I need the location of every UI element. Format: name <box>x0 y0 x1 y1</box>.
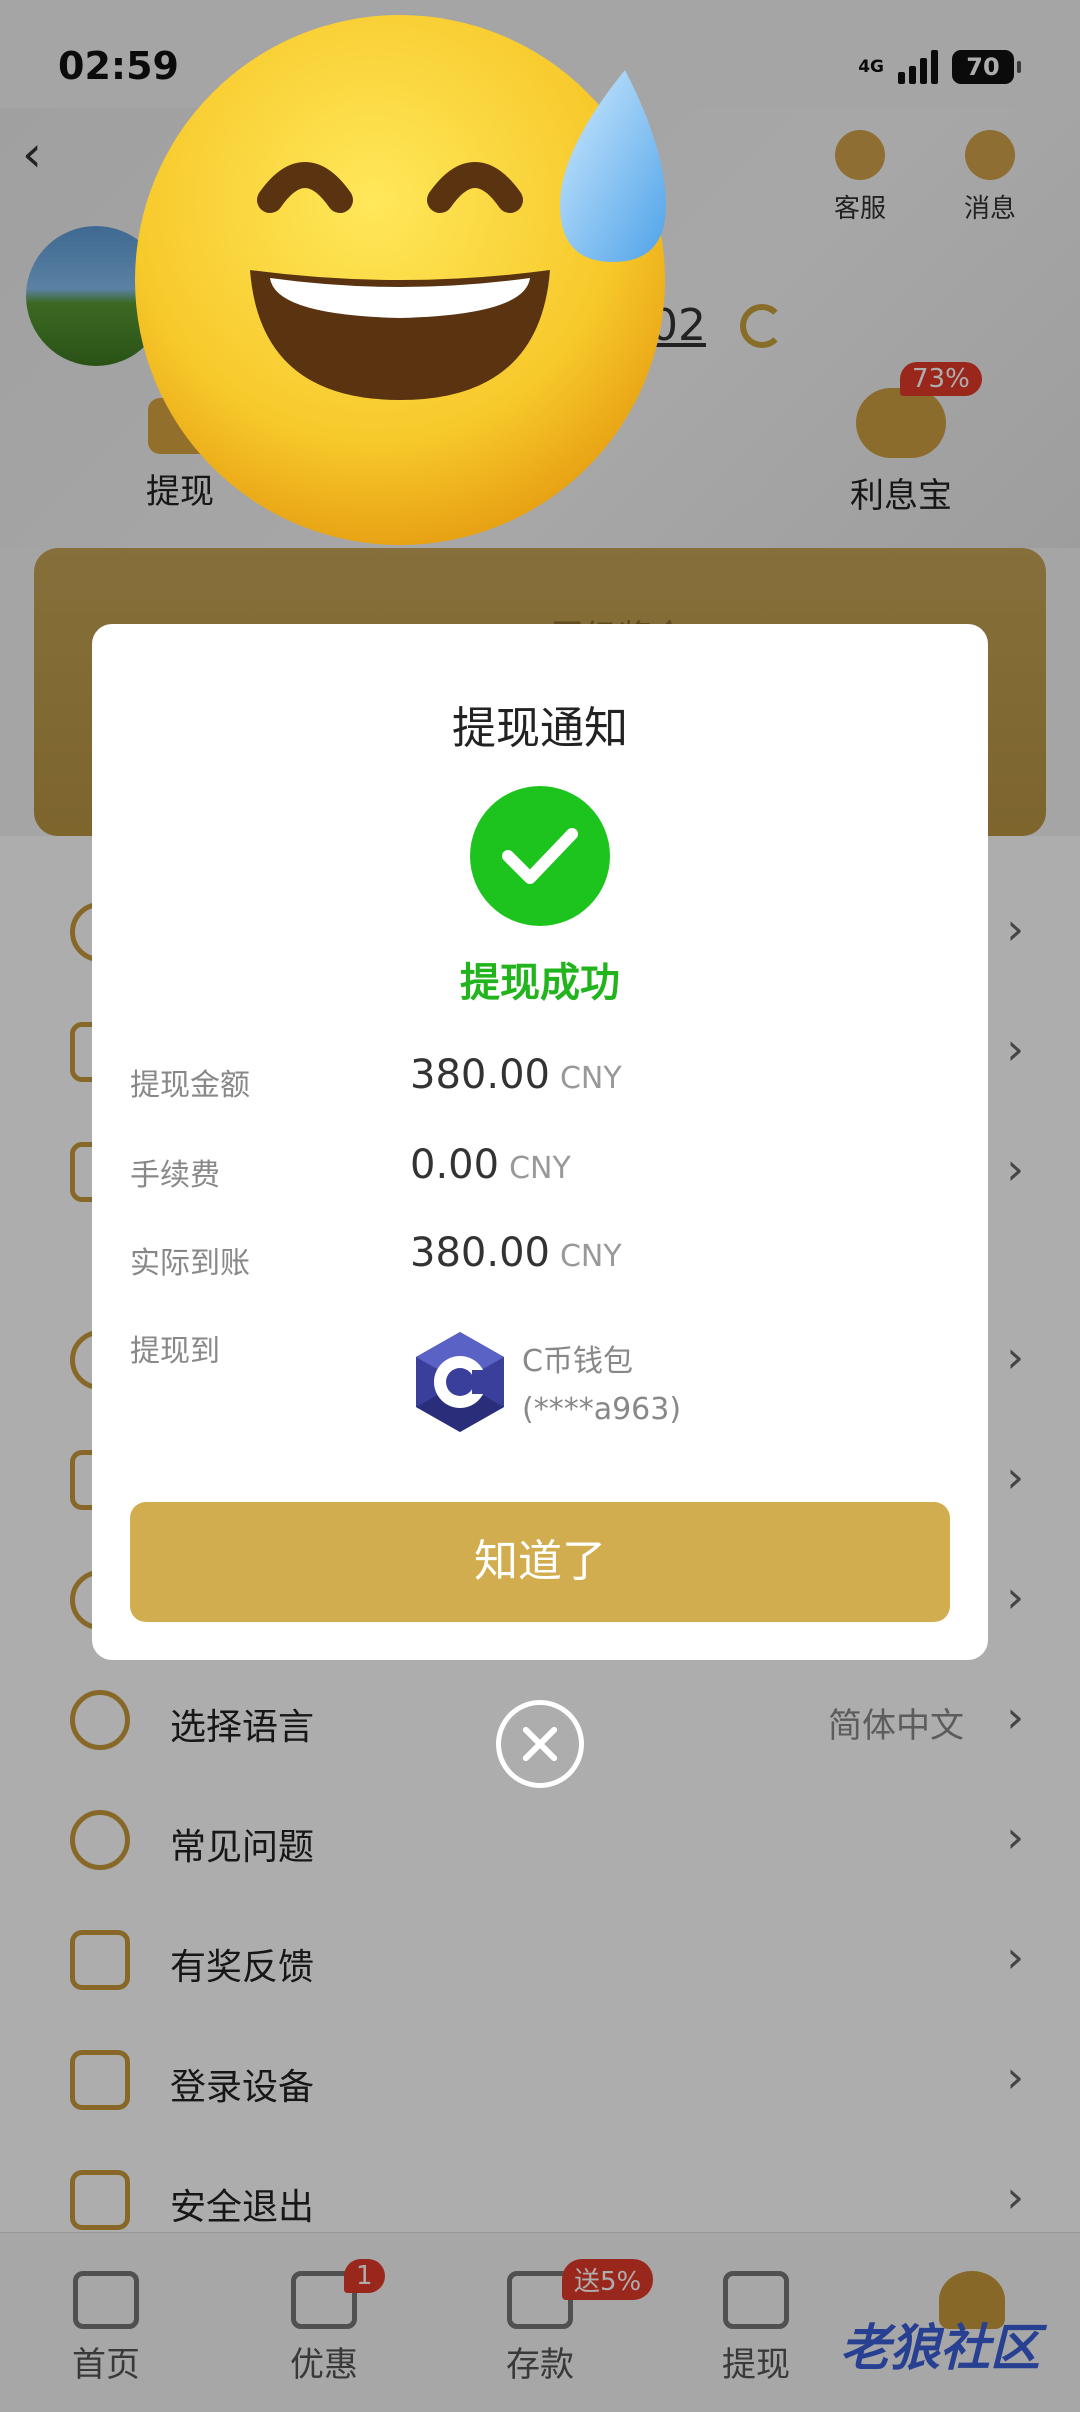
amount-label: 提现金额 <box>130 1068 250 1103</box>
fee-value-group: 0.00 CNY <box>410 1142 571 1188</box>
amount-unit: CNY <box>559 1061 622 1096</box>
amount-value: 380.00 <box>410 1052 550 1098</box>
wallet-name: C币钱包 <box>522 1344 633 1379</box>
close-icon[interactable] <box>496 1700 584 1788</box>
received-value-group: 380.00 CNY <box>410 1230 622 1276</box>
fee-label: 手续费 <box>130 1158 220 1193</box>
confirm-button[interactable]: 知道了 <box>130 1502 950 1622</box>
received-value: 380.00 <box>410 1230 550 1276</box>
dialog-title: 提现通知 <box>452 703 628 754</box>
withdraw-notice-dialog: 提现通知 提现成功 提现金额 380.00 CNY 手续费 0.00 CNY 实际到… <box>92 624 988 1660</box>
check-icon <box>502 828 578 884</box>
success-icon <box>470 786 610 926</box>
sweat-smile-emoji <box>135 15 666 545</box>
received-unit: CNY <box>559 1239 622 1274</box>
wallet-account: (****a963) <box>522 1392 682 1427</box>
c-coin-logo-icon <box>416 1332 504 1432</box>
fee-value: 0.00 <box>410 1142 500 1188</box>
fee-unit: CNY <box>509 1151 571 1186</box>
amount-value-group: 380.00 CNY <box>410 1052 622 1098</box>
success-status: 提现成功 <box>460 960 620 1006</box>
destination-label: 提现到 <box>130 1334 220 1369</box>
received-label: 实际到账 <box>130 1246 250 1281</box>
